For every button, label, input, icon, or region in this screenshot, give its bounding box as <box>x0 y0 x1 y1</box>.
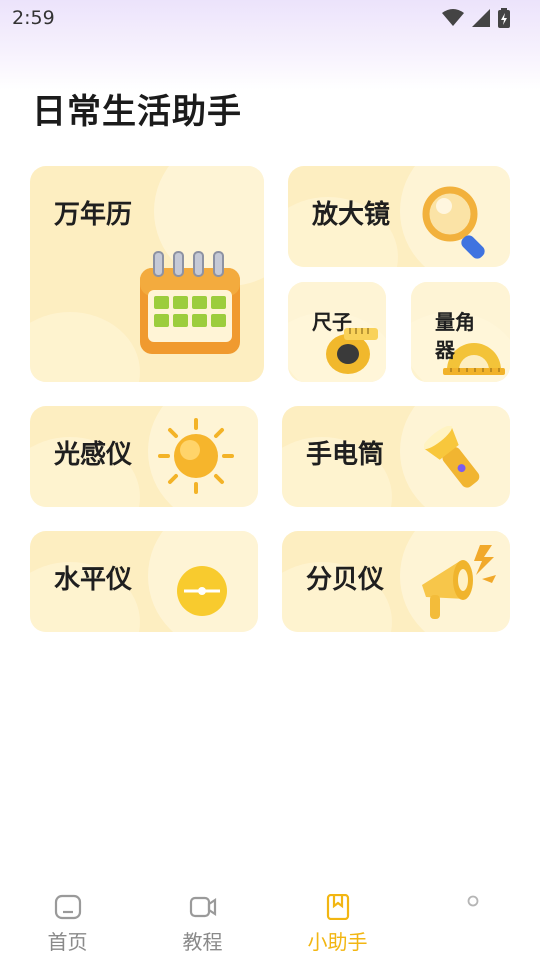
magnifier-label: 放大镜 <box>312 200 391 230</box>
status-bar: 2:59 <box>0 0 540 36</box>
nav-item-helper[interactable]: 小助手 <box>270 880 405 960</box>
nav-label-helper: 小助手 <box>307 930 368 954</box>
level-icon <box>177 566 227 616</box>
protractor-card[interactable]: 量角器 <box>411 282 510 382</box>
level-label: 水平仪 <box>54 565 133 595</box>
level-card[interactable]: 水平仪 <box>30 531 258 632</box>
nav-item-home[interactable]: 首页 <box>0 880 135 960</box>
home-icon <box>54 894 81 920</box>
status-icons <box>442 8 510 28</box>
calendar-icon <box>140 251 240 354</box>
protractor-label: 量角器 <box>435 310 475 362</box>
battery-icon <box>498 8 510 28</box>
flashlight-label: 手电筒 <box>306 440 385 470</box>
flashlight-card[interactable]: 手电筒 <box>282 406 510 507</box>
page-title: 日常生活助手 <box>32 92 242 132</box>
sun-icon <box>158 418 234 494</box>
megaphone-icon <box>422 545 496 619</box>
signal-icon <box>472 9 490 27</box>
decibel-card[interactable]: 分贝仪 <box>282 531 510 632</box>
nav-item-more[interactable] <box>405 880 540 960</box>
wifi-icon <box>442 9 464 26</box>
ruler-label: 尺子 <box>312 310 352 334</box>
nav-item-tutorial[interactable]: 教程 <box>135 880 270 960</box>
calendar-label: 万年历 <box>54 200 133 230</box>
indicator-dot-icon <box>467 895 478 907</box>
bookmark-icon <box>326 894 349 920</box>
magnifier-icon <box>422 186 485 259</box>
magnifier-card[interactable]: 放大镜 <box>288 166 510 267</box>
flashlight-icon <box>424 426 480 488</box>
calendar-card[interactable]: 万年历 <box>30 166 264 382</box>
nav-label-tutorial: 教程 <box>182 930 223 954</box>
decibel-label: 分贝仪 <box>306 565 385 595</box>
status-time: 2:59 <box>12 7 55 29</box>
ruler-card[interactable]: 尺子 <box>288 282 386 382</box>
video-icon <box>189 896 216 918</box>
light-meter-label: 光感仪 <box>54 440 133 470</box>
nav-label-home: 首页 <box>47 930 88 954</box>
bottom-nav: 首页 教程 小助手 <box>0 880 540 960</box>
light-meter-card[interactable]: 光感仪 <box>30 406 258 507</box>
